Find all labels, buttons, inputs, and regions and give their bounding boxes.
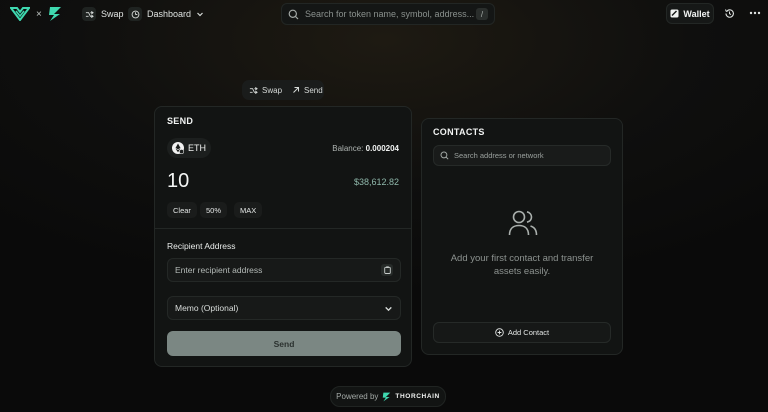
app-logo-icon xyxy=(10,7,30,21)
contact-search-input[interactable] xyxy=(454,151,604,160)
mode-swap[interactable]: Swap xyxy=(245,82,286,98)
global-search[interactable]: / xyxy=(281,3,495,25)
send-title: SEND xyxy=(167,116,194,126)
eth-token-icon xyxy=(172,142,184,154)
nav-swap-label: Swap xyxy=(101,9,124,19)
contacts-title: CONTACTS xyxy=(433,127,485,137)
swap-send-toggle: Swap Send xyxy=(242,80,324,100)
shuffle-icon xyxy=(82,7,96,21)
token-selector[interactable]: ETH xyxy=(167,138,211,158)
history-button[interactable] xyxy=(720,4,738,22)
thorchain-wordmark: THORCHAIN xyxy=(395,393,440,400)
arrow-up-right-icon xyxy=(293,87,300,93)
clear-button[interactable]: Clear xyxy=(167,202,197,218)
paste-button[interactable] xyxy=(381,264,393,276)
max-button[interactable]: MAX xyxy=(234,202,263,218)
empty-state-text: Add your first contact and transfer asse… xyxy=(450,253,594,277)
send-panel: SEND ETH Balance: 0.000204 10 $38,612.82… xyxy=(154,106,412,367)
contact-search[interactable] xyxy=(433,145,611,166)
memo-label: Memo (Optional) xyxy=(175,303,239,313)
search-icon xyxy=(288,9,299,19)
mode-send-label: Send xyxy=(304,85,323,95)
contacts-panel: CONTACTS Add your first contact and tran… xyxy=(421,118,623,355)
wallet-icon xyxy=(670,9,679,18)
nav-dashboard[interactable]: Dashboard xyxy=(128,6,204,22)
half-button[interactable]: 50% xyxy=(200,202,228,218)
search-shortcut-hint: / xyxy=(476,8,488,20)
token-symbol: ETH xyxy=(188,143,206,153)
add-contact-label: Add Contact xyxy=(507,328,550,337)
send-button[interactable]: Send xyxy=(167,331,401,356)
logo-separator: × xyxy=(36,8,42,20)
powered-by-badge[interactable]: Powered by THORCHAIN xyxy=(330,386,446,407)
nav-swap[interactable]: Swap xyxy=(82,6,124,22)
recipient-input[interactable] xyxy=(175,265,381,275)
mode-send[interactable]: Send xyxy=(288,82,327,98)
usd-value: $38,612.82 xyxy=(353,177,399,187)
top-bar: × Swap Dashboard / Wallet xyxy=(0,0,768,28)
wallet-button[interactable]: Wallet xyxy=(666,3,714,24)
gauge-icon xyxy=(128,7,142,21)
history-icon xyxy=(724,8,734,18)
shuffle-icon xyxy=(249,86,258,94)
amount-input[interactable]: 10 xyxy=(167,170,189,193)
balance-label: Balance: xyxy=(332,144,366,153)
clipboard-icon xyxy=(383,266,391,274)
mode-swap-label: Swap xyxy=(262,85,283,95)
balance: Balance: 0.000204 xyxy=(332,144,399,153)
more-menu-button[interactable] xyxy=(746,4,764,22)
search-icon xyxy=(440,151,449,160)
recipient-label: Recipient Address xyxy=(167,241,236,251)
memo-dropdown[interactable]: Memo (Optional) xyxy=(167,296,401,320)
nav-dashboard-label: Dashboard xyxy=(147,9,192,19)
divider xyxy=(155,228,411,229)
chevron-down-icon xyxy=(385,306,392,311)
balance-value: 0.000204 xyxy=(365,144,399,153)
more-horizontal-icon xyxy=(749,11,761,15)
powered-by-label: Powered by xyxy=(336,392,379,401)
users-icon xyxy=(508,210,538,236)
thorchain-bolt-icon xyxy=(48,7,61,21)
logo[interactable]: × xyxy=(10,6,62,22)
search-input[interactable] xyxy=(305,9,476,19)
plus-circle-icon xyxy=(495,328,504,337)
chevron-down-icon xyxy=(197,12,203,17)
recipient-field[interactable] xyxy=(167,258,401,282)
add-contact-button[interactable]: Add Contact xyxy=(433,322,611,343)
wallet-label: Wallet xyxy=(683,8,710,19)
thorchain-bolt-icon xyxy=(383,392,391,401)
